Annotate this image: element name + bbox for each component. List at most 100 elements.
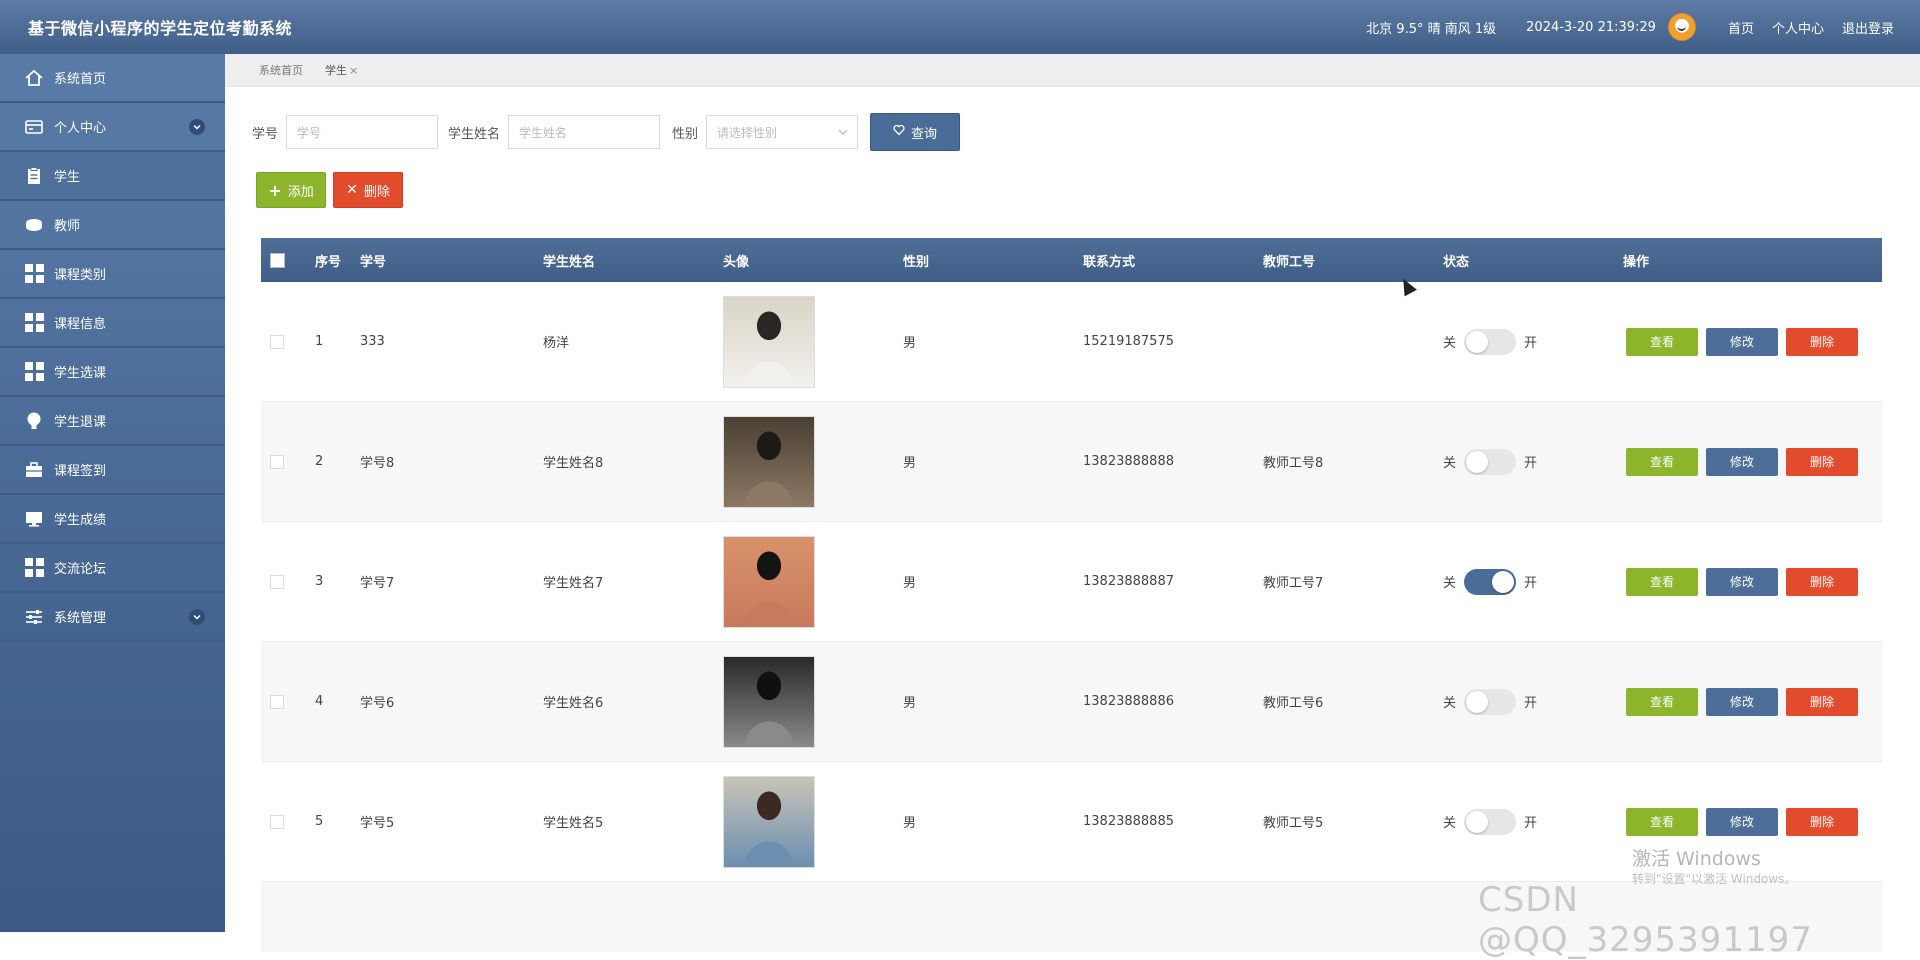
cell-teacher-no: 教师工号8 — [1263, 456, 1324, 471]
avatar-photo[interactable] — [723, 775, 815, 868]
avatar[interactable] — [1667, 13, 1696, 41]
cell-student-no: 学号7 — [360, 576, 395, 591]
briefcase-icon — [24, 460, 44, 480]
sidebar-item-label: 个人中心 — [54, 121, 107, 136]
batch-delete-button[interactable]: ✕ 删除 — [333, 172, 403, 208]
cell-index: 5 — [315, 814, 324, 829]
add-button[interactable]: + 添加 — [256, 172, 326, 208]
row-checkbox[interactable] — [270, 762, 284, 881]
breadcrumb-current-tab[interactable]: 学生 — [325, 62, 347, 78]
delete-button[interactable]: 删除 — [1786, 447, 1858, 476]
app-title: 基于微信小程序的学生定位考勤系统 — [28, 19, 293, 38]
cell-phone: 15219187575 — [1083, 334, 1174, 349]
chevron-down-icon[interactable] — [189, 609, 205, 625]
edit-button[interactable]: 修改 — [1706, 807, 1778, 836]
breadcrumb-home[interactable]: 系统首页 — [259, 62, 303, 78]
avatar-photo[interactable] — [723, 535, 815, 628]
chevron-down-icon — [837, 126, 849, 141]
status-toggle[interactable] — [1464, 688, 1517, 715]
nav-home-link[interactable]: 首页 — [1728, 18, 1754, 37]
select-all-checkbox[interactable] — [270, 238, 285, 282]
sliders-icon — [24, 607, 44, 627]
cell-index: 2 — [315, 454, 324, 469]
sidebar-item-system[interactable]: 系统管理 — [0, 593, 225, 642]
sidebar-item-student-grades[interactable]: 学生成绩 — [0, 495, 225, 544]
sidebar-item-profile[interactable]: 个人中心 — [0, 103, 225, 152]
top-bar: 基于微信小程序的学生定位考勤系统 北京 9.5° 晴 南风 1级 2024-3-… — [0, 0, 1920, 54]
view-button[interactable]: 查看 — [1626, 327, 1698, 356]
sidebar-item-course-category[interactable]: 课程类别 — [0, 250, 225, 299]
status-toggle[interactable] — [1464, 448, 1517, 475]
sidebar-item-student[interactable]: 学生 — [0, 152, 225, 201]
student-name-input[interactable]: 学生姓名 — [508, 115, 661, 149]
grid-icon — [24, 362, 44, 382]
cell-student-no: 学号6 — [360, 696, 395, 711]
cell-avatar — [723, 762, 815, 881]
edit-button[interactable]: 修改 — [1706, 327, 1778, 356]
toggle-knob — [1466, 330, 1489, 353]
avatar-photo[interactable] — [723, 295, 815, 388]
row-checkbox[interactable] — [270, 402, 284, 521]
toggle-off-label: 关 — [1443, 456, 1457, 471]
header-student-no: 学号 — [360, 254, 387, 270]
sidebar-item-teacher[interactable]: 教师 — [0, 201, 225, 250]
cell-student-name: 学生姓名5 — [543, 816, 604, 831]
edit-button[interactable]: 修改 — [1706, 687, 1778, 716]
toggle-on-label: 开 — [1524, 336, 1538, 351]
sidebar-item-course-checkin[interactable]: 课程签到 — [0, 446, 225, 495]
view-button[interactable]: 查看 — [1626, 687, 1698, 716]
delete-button[interactable]: 删除 — [1786, 807, 1858, 836]
toggle-off-label: 关 — [1443, 816, 1457, 831]
nav-logout-link[interactable]: 退出登录 — [1842, 18, 1894, 37]
gender-label: 性别 — [672, 126, 699, 142]
query-button[interactable]: 查询 — [870, 113, 961, 151]
edit-button[interactable]: 修改 — [1706, 567, 1778, 596]
delete-button[interactable]: 删除 — [1786, 687, 1858, 716]
row-checkbox[interactable] — [270, 282, 284, 401]
chevron-down-icon[interactable] — [189, 119, 205, 135]
toggle-on-label: 开 — [1524, 696, 1538, 711]
close-icon[interactable]: × — [349, 64, 358, 77]
row-checkbox[interactable] — [270, 522, 284, 641]
status-toggle[interactable] — [1464, 808, 1517, 835]
gender-select[interactable]: 请选择性别 — [706, 115, 859, 149]
cell-status: 关开 — [1443, 522, 1537, 641]
sidebar-item-label: 课程信息 — [54, 317, 107, 332]
edit-button[interactable]: 修改 — [1706, 447, 1778, 476]
cell-student-no: 学号5 — [360, 816, 395, 831]
cell-phone: 13823888885 — [1083, 814, 1174, 829]
cell-index: 3 — [315, 574, 324, 589]
status-toggle[interactable] — [1464, 328, 1517, 355]
view-button[interactable]: 查看 — [1626, 567, 1698, 596]
toggle-off-label: 关 — [1443, 336, 1457, 351]
nav-profile-link[interactable]: 个人中心 — [1772, 18, 1824, 37]
delete-button[interactable]: 删除 — [1786, 567, 1858, 596]
action-bar: + 添加 ✕ 删除 — [256, 172, 403, 208]
toggle-on-label: 开 — [1524, 456, 1538, 471]
bulb-icon — [24, 411, 44, 431]
cell-avatar — [723, 642, 815, 761]
sidebar: 系统首页 个人中心 学生 教师 课程类别 课程信息 学生选课 学生退课 课程签到… — [0, 54, 225, 932]
status-toggle[interactable] — [1464, 568, 1517, 595]
avatar-photo[interactable] — [723, 415, 815, 508]
sidebar-item-label: 教师 — [54, 219, 81, 234]
cell-gender: 男 — [903, 576, 917, 591]
card-icon — [24, 117, 44, 137]
cell-avatar — [723, 522, 815, 641]
sidebar-item-forum[interactable]: 交流论坛 — [0, 544, 225, 593]
view-button[interactable]: 查看 — [1626, 807, 1698, 836]
cell-actions: 查看 修改 删除 — [1626, 642, 1866, 761]
search-bar: 学号 学号 学生姓名 学生姓名 性别 请选择性别 查询 — [252, 113, 961, 151]
delete-button[interactable]: 删除 — [1786, 327, 1858, 356]
view-button[interactable]: 查看 — [1626, 447, 1698, 476]
cell-gender: 男 — [903, 336, 917, 351]
student-no-input[interactable]: 学号 — [286, 115, 439, 149]
avatar-photo[interactable] — [723, 655, 815, 748]
header-phone: 联系方式 — [1083, 254, 1136, 270]
windows-activation-watermark: 激活 Windows — [1632, 848, 1761, 870]
sidebar-item-course-select[interactable]: 学生选课 — [0, 348, 225, 397]
row-checkbox[interactable] — [270, 642, 284, 761]
sidebar-item-home[interactable]: 系统首页 — [0, 54, 225, 103]
sidebar-item-course-info[interactable]: 课程信息 — [0, 299, 225, 348]
sidebar-item-course-drop[interactable]: 学生退课 — [0, 397, 225, 446]
